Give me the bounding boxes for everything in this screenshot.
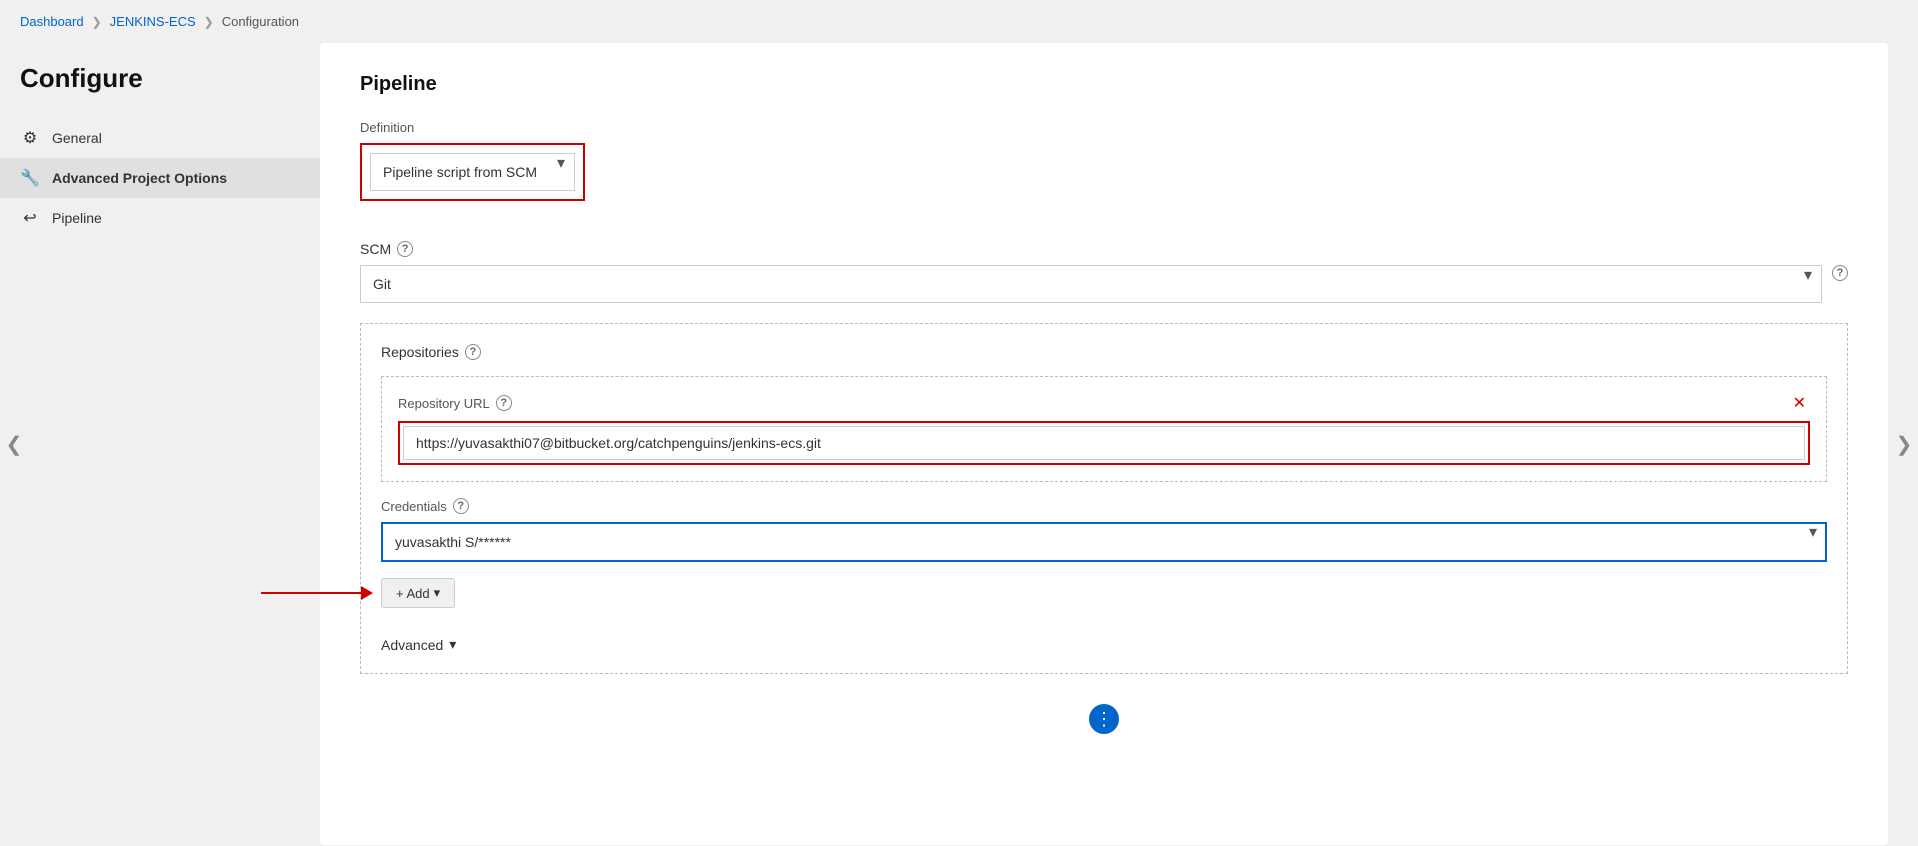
- repositories-section: Repositories ? Repository URL ? ✕: [360, 323, 1848, 674]
- bottom-circle: ⋮: [1089, 704, 1119, 734]
- repositories-help-icon[interactable]: ?: [465, 344, 481, 360]
- definition-section: Definition Pipeline script Pipeline scri…: [360, 120, 1848, 221]
- sidebar-title: Configure: [0, 63, 320, 118]
- sidebar-item-pipeline-label: Pipeline: [52, 210, 102, 226]
- breadcrumb-sep-1: ❯: [92, 15, 102, 29]
- scm-help-icon[interactable]: ?: [397, 241, 413, 257]
- repo-url-header: Repository URL ? ✕: [398, 393, 1810, 413]
- wrench-icon: 🔧: [20, 168, 40, 188]
- sidebar-item-advanced-label: Advanced Project Options: [52, 170, 227, 186]
- breadcrumb-jenkins-ecs[interactable]: JENKINS-ECS: [110, 14, 196, 29]
- repo-url-input-box: [398, 421, 1810, 465]
- pipeline-icon: ↩: [20, 208, 40, 228]
- credentials-label: Credentials: [381, 499, 447, 514]
- repositories-label-row: Repositories ?: [381, 344, 1827, 360]
- sidebar: Configure ⚙ General 🔧 Advanced Project O…: [0, 43, 320, 845]
- breadcrumb-dashboard[interactable]: Dashboard: [20, 14, 84, 29]
- repositories-label: Repositories: [381, 344, 459, 360]
- sidebar-item-general-label: General: [52, 130, 102, 146]
- gear-icon: ⚙: [20, 128, 40, 148]
- breadcrumb-configuration: Configuration: [222, 14, 299, 29]
- credentials-row: - none - yuvasakthi S/****** ▾: [381, 522, 1827, 562]
- add-button-label: + Add: [396, 586, 430, 601]
- credentials-help-icon[interactable]: ?: [453, 498, 469, 514]
- advanced-toggle-icon: ▾: [449, 636, 456, 653]
- advanced-section: Advanced ▾: [381, 624, 1827, 653]
- scm-select-wrapper: None Git ▾: [360, 265, 1822, 303]
- repo-close-button[interactable]: ✕: [1789, 393, 1810, 413]
- repo-url-label-text: Repository URL: [398, 396, 490, 411]
- repo-url-label-row: Repository URL ?: [398, 395, 512, 411]
- content-title: Pipeline: [360, 73, 1848, 96]
- scm-label-row: SCM ?: [360, 241, 1848, 257]
- add-button-dropdown-icon: ▾: [434, 585, 441, 601]
- repo-url-input[interactable]: [403, 426, 1805, 460]
- credentials-select-wrapper: - none - yuvasakthi S/****** ▾: [381, 522, 1827, 562]
- sidebar-item-general[interactable]: ⚙ General: [0, 118, 320, 158]
- definition-label: Definition: [360, 120, 1848, 135]
- repository-url-section: Repository URL ? ✕: [381, 376, 1827, 482]
- credentials-select[interactable]: - none - yuvasakthi S/******: [381, 522, 1827, 562]
- add-button[interactable]: + Add ▾: [381, 578, 455, 608]
- sidebar-item-advanced-project-options[interactable]: 🔧 Advanced Project Options: [0, 158, 320, 198]
- definition-select-wrapper: Pipeline script Pipeline script from SCM…: [370, 153, 575, 191]
- nav-arrow-left[interactable]: ❮: [0, 424, 28, 464]
- definition-highlight-box: Pipeline script Pipeline script from SCM…: [360, 143, 585, 201]
- sidebar-item-pipeline[interactable]: ↩ Pipeline: [0, 198, 320, 238]
- credentials-section: Credentials ? - none - yuvasakthi S/****…: [381, 498, 1827, 562]
- add-button-row: + Add ▾: [381, 578, 1827, 608]
- scm-extra-help-icon[interactable]: ?: [1832, 265, 1848, 281]
- nav-arrow-right[interactable]: ❯: [1890, 424, 1918, 464]
- bottom-circle-icon: ⋮: [1095, 709, 1113, 730]
- main-container: ❮ Configure ⚙ General 🔧 Advanced Project…: [0, 43, 1918, 845]
- breadcrumb: Dashboard ❯ JENKINS-ECS ❯ Configuration: [0, 0, 1918, 43]
- advanced-toggle-label: Advanced: [381, 637, 443, 653]
- credentials-label-row: Credentials ?: [381, 498, 1827, 514]
- content-area: Pipeline Definition Pipeline script Pipe…: [320, 43, 1888, 845]
- scm-row: None Git ▾ ?: [360, 265, 1848, 303]
- scm-label: SCM: [360, 241, 391, 257]
- arrow-head: [361, 586, 373, 600]
- repo-url-help-icon[interactable]: ?: [496, 395, 512, 411]
- advanced-toggle-button[interactable]: Advanced ▾: [381, 636, 456, 653]
- arrow-line: [261, 592, 361, 594]
- scm-section: SCM ? None Git ▾ ?: [360, 241, 1848, 303]
- definition-select[interactable]: Pipeline script Pipeline script from SCM: [370, 153, 575, 191]
- scm-select[interactable]: None Git: [360, 265, 1822, 303]
- arrow-annotation: [261, 586, 373, 600]
- breadcrumb-sep-2: ❯: [204, 15, 214, 29]
